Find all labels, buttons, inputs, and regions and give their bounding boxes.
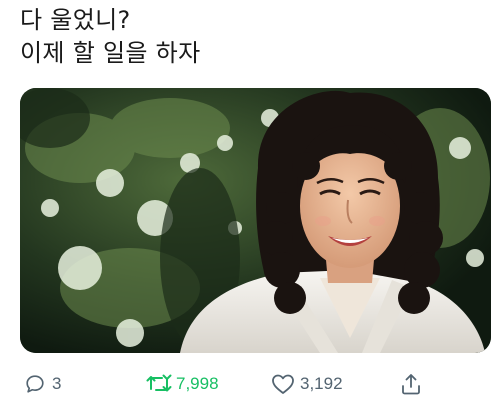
tweet-actions: 3 7,998 3,192 — [0, 364, 500, 404]
retweet-button[interactable]: 7,998 — [146, 364, 219, 404]
tweet: 다 울었니? 이제 할 일을 하자 3 7,998 3,192 — [0, 0, 500, 416]
photo-image — [20, 88, 491, 353]
retweet-count: 7,998 — [176, 374, 219, 393]
tweet-text-line-1: 다 울었니? — [20, 6, 131, 34]
tweet-text-line-2: 이제 할 일을 하자 — [20, 39, 201, 67]
reply-bubble-icon — [22, 371, 48, 397]
share-icon — [398, 371, 424, 397]
retweet-icon — [146, 371, 172, 397]
tweet-text: 다 울었니? 이제 할 일을 하자 — [20, 4, 480, 70]
tweet-photo[interactable] — [20, 88, 491, 353]
like-count: 3,192 — [300, 374, 343, 393]
like-button[interactable]: 3,192 — [270, 364, 343, 404]
heart-icon — [270, 371, 296, 397]
reply-count: 3 — [52, 374, 62, 393]
reply-button[interactable]: 3 — [22, 364, 61, 404]
share-button[interactable] — [398, 364, 424, 404]
